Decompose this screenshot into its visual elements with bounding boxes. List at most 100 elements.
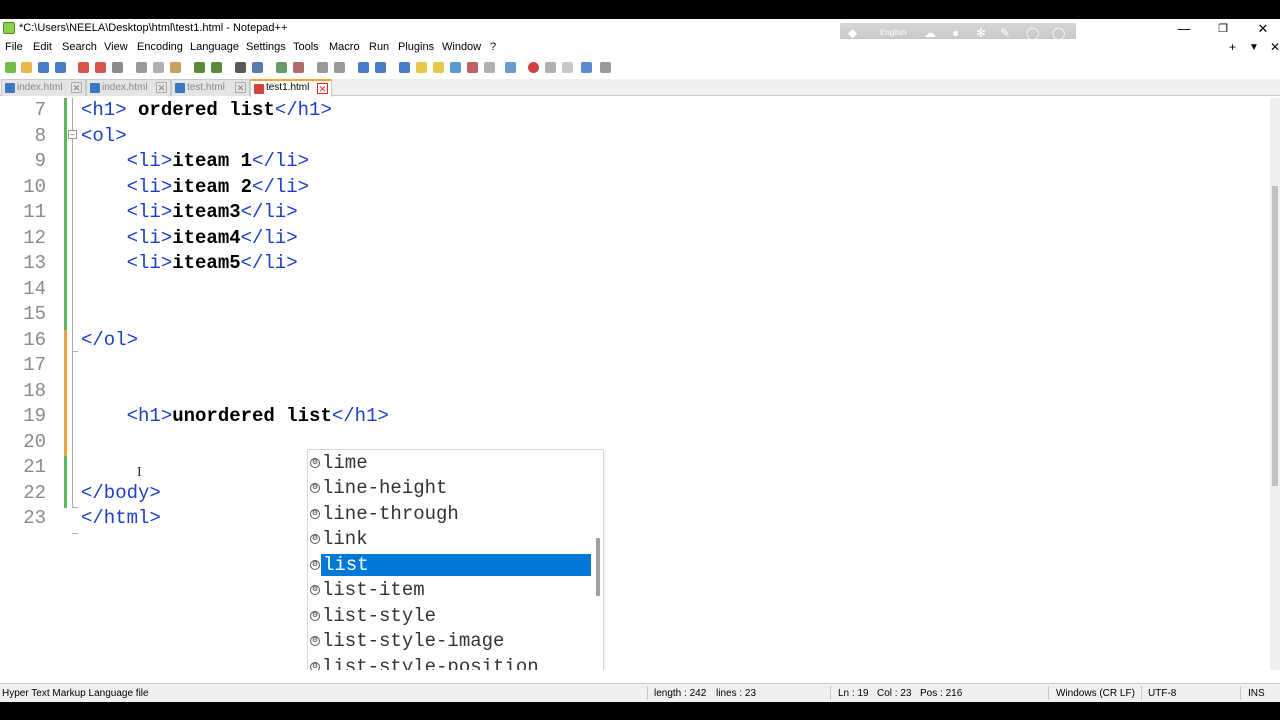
autocomplete-item-selected[interactable]: ⚙ list bbox=[308, 553, 593, 578]
minimize-button[interactable]: — bbox=[1164, 19, 1204, 39]
document-map-icon[interactable] bbox=[433, 62, 444, 73]
save-macro-icon[interactable] bbox=[600, 62, 611, 73]
tab-list-dropdown[interactable]: ▼ bbox=[1249, 42, 1259, 53]
menu-edit[interactable]: Edit bbox=[33, 41, 52, 53]
indent-guide-icon[interactable] bbox=[399, 62, 410, 73]
replace-icon[interactable] bbox=[252, 62, 263, 73]
play-macro-icon[interactable] bbox=[562, 62, 573, 73]
line-number: 7 bbox=[34, 99, 46, 121]
menu-settings[interactable]: Settings bbox=[246, 41, 286, 53]
word-wrap-icon[interactable] bbox=[358, 62, 369, 73]
code-line: <li>iteam 1</li> bbox=[81, 150, 309, 172]
settings-icon: ✻ bbox=[976, 26, 987, 40]
code-line: </ol> bbox=[81, 329, 138, 351]
maximize-button[interactable]: ❐ bbox=[1203, 19, 1243, 39]
cut-icon[interactable] bbox=[136, 62, 147, 73]
menu-view[interactable]: View bbox=[104, 41, 128, 53]
unsaved-change-marker bbox=[64, 330, 67, 456]
autocomplete-item[interactable]: ⚙ lime bbox=[308, 451, 593, 476]
copy-icon[interactable] bbox=[153, 62, 164, 73]
settings-panel-icon[interactable] bbox=[505, 62, 516, 73]
tab-index-html-1[interactable]: index.html ✕ bbox=[1, 79, 86, 96]
html-tag-token: <ol> bbox=[81, 124, 127, 147]
paste-icon[interactable] bbox=[170, 62, 181, 73]
fold-end-marker bbox=[72, 507, 78, 508]
run-macro-multiple-icon[interactable] bbox=[581, 62, 592, 73]
tab-close-icon[interactable]: ✕ bbox=[71, 82, 82, 93]
status-encoding[interactable]: UTF-8 bbox=[1148, 688, 1176, 699]
autocomplete-item[interactable]: ⚙ line-through bbox=[308, 502, 593, 527]
close-window-button[interactable]: ✕ bbox=[1243, 19, 1280, 39]
monitoring-icon[interactable] bbox=[484, 62, 495, 73]
zoom-out-icon[interactable] bbox=[293, 62, 304, 73]
autocomplete-item[interactable]: ⚙ link bbox=[308, 527, 593, 552]
menu-bar: File Edit Search View Encoding Language … bbox=[0, 39, 1280, 57]
status-bar: Hyper Text Markup Language file length :… bbox=[0, 683, 1280, 702]
autocomplete-item[interactable]: ⚙ list-style bbox=[308, 604, 593, 629]
line-number-gutter: 7 8 9 10 11 12 13 14 15 16 17 18 19 20 21 22 23 bbox=[0, 98, 50, 670]
close-icon[interactable] bbox=[78, 62, 89, 73]
menu-plugins[interactable]: Plugins bbox=[398, 41, 434, 53]
autocomplete-item-label: list-item bbox=[322, 579, 425, 601]
autocomplete-item[interactable]: ⚙ list-style-position bbox=[308, 655, 593, 670]
status-position: Pos : 216 bbox=[920, 688, 963, 699]
menu-file[interactable]: File bbox=[5, 41, 23, 53]
menu-tools[interactable]: Tools bbox=[293, 41, 319, 53]
menu-language[interactable]: Language bbox=[190, 41, 239, 53]
menu-macro[interactable]: Macro bbox=[329, 41, 360, 53]
status-line-number: Ln : 19 bbox=[838, 688, 869, 699]
info-icon: ◯ bbox=[1052, 26, 1066, 40]
save-all-icon[interactable] bbox=[55, 62, 66, 73]
autocomplete-popup[interactable]: ⚙ lime ⚙ line-height ⚙ line-through ⚙ link ⚙… bbox=[307, 449, 604, 670]
text-token: iteam 1 bbox=[172, 150, 253, 172]
redo-icon[interactable] bbox=[211, 62, 222, 73]
tab-close-icon[interactable]: ✕ bbox=[317, 83, 328, 94]
undo-icon[interactable] bbox=[194, 62, 205, 73]
close-all-icon[interactable] bbox=[95, 62, 106, 73]
status-separator bbox=[1141, 686, 1142, 700]
html-tag-token: <h1> bbox=[81, 99, 127, 121]
scrollbar-thumb[interactable] bbox=[1272, 186, 1278, 486]
zoom-in-icon[interactable] bbox=[276, 62, 287, 73]
autocomplete-item[interactable]: ⚙ line-height bbox=[308, 476, 593, 501]
status-column: Col : 23 bbox=[877, 688, 912, 699]
language-udf-icon[interactable] bbox=[416, 62, 427, 73]
stop-macro-icon[interactable] bbox=[545, 62, 556, 73]
status-eol-format[interactable]: Windows (CR LF) bbox=[1056, 688, 1135, 699]
tab-test1-html[interactable]: test1.html ✕ bbox=[250, 79, 332, 97]
vertical-scrollbar[interactable] bbox=[1270, 98, 1280, 670]
menu-search[interactable]: Search bbox=[62, 41, 97, 53]
menu-encoding[interactable]: Encoding bbox=[137, 41, 183, 53]
print-icon[interactable] bbox=[112, 62, 123, 73]
tab-index-html-2[interactable]: index.html ✕ bbox=[86, 79, 171, 96]
tab-close-icon[interactable]: ✕ bbox=[235, 82, 246, 93]
autocomplete-item[interactable]: ⚙ list-style-image bbox=[308, 629, 593, 654]
pen-icon: ✎ bbox=[1000, 26, 1011, 40]
code-editor[interactable]: 7 8 9 10 11 12 13 14 15 16 17 18 19 20 21 22 23 – <h1> o… bbox=[0, 98, 1270, 670]
folder-workspace-icon[interactable] bbox=[467, 62, 478, 73]
autocomplete-item[interactable]: ⚙ list-item bbox=[308, 578, 593, 603]
save-icon[interactable] bbox=[38, 62, 49, 73]
new-tab-button[interactable]: + bbox=[1229, 40, 1236, 54]
autocomplete-scrollbar[interactable] bbox=[596, 538, 600, 596]
record-macro-icon[interactable] bbox=[528, 62, 539, 73]
fold-toggle-icon[interactable]: – bbox=[68, 130, 77, 139]
sync-vertical-icon[interactable] bbox=[317, 62, 328, 73]
menu-run[interactable]: Run bbox=[369, 41, 389, 53]
close-document-button[interactable]: ✕ bbox=[1270, 40, 1280, 54]
tab-close-icon[interactable]: ✕ bbox=[156, 82, 167, 93]
show-all-chars-icon[interactable] bbox=[375, 62, 386, 73]
menu-help[interactable]: ? bbox=[490, 41, 496, 53]
status-lines: lines : 23 bbox=[716, 688, 757, 699]
sync-horizontal-icon[interactable] bbox=[334, 62, 345, 73]
menu-window[interactable]: Window bbox=[442, 41, 481, 53]
fold-guide-line bbox=[72, 98, 73, 130]
status-insert-mode[interactable]: INS bbox=[1248, 688, 1265, 699]
new-file-icon[interactable] bbox=[5, 62, 16, 73]
autocomplete-item-label: link bbox=[322, 528, 368, 550]
find-icon[interactable] bbox=[235, 62, 246, 73]
cloud-icon: ☁ bbox=[924, 26, 936, 40]
tab-test-html[interactable]: test.html ✕ bbox=[171, 79, 250, 96]
open-file-icon[interactable] bbox=[21, 62, 32, 73]
function-list-icon[interactable] bbox=[450, 62, 461, 73]
